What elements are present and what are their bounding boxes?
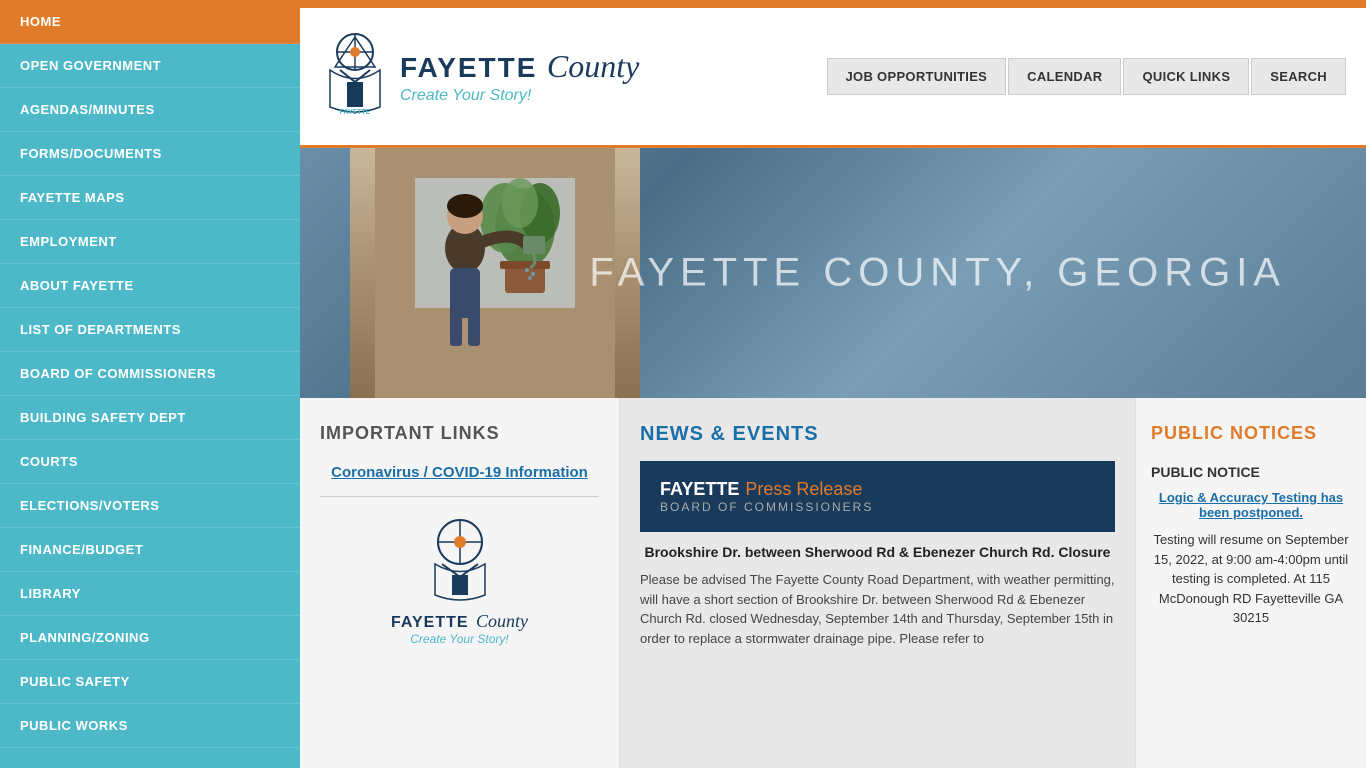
hero-illustration <box>375 148 615 398</box>
sidebar-item-library[interactable]: LIBRARY <box>0 572 300 616</box>
small-logo-icon <box>420 517 500 607</box>
logo-text: FAYETTE County Create Your Story! <box>400 48 639 105</box>
banner-press-text: Press Release <box>745 479 862 500</box>
banner-subtitle-text: BOARD OF COMMISSIONERS <box>660 500 873 514</box>
sidebar-item-board-of-commissioners[interactable]: BOARD OF COMMISSIONERS <box>0 352 300 396</box>
sidebar-item-public-works[interactable]: PUBLIC WORKS <box>0 704 300 748</box>
orange-top-bar <box>300 0 1366 8</box>
nav-btn-calendar[interactable]: CALENDAR <box>1008 58 1121 95</box>
news-body: Please be advised The Fayette County Roa… <box>640 570 1115 648</box>
header: FAYETTE FAYETTE County Create Your Story… <box>300 8 1366 148</box>
banner-fayette-text: FAYETTE <box>660 479 739 500</box>
sidebar-item-agendas-minutes[interactable]: AGENDAS/MINUTES <box>0 88 300 132</box>
sidebar-item-courts[interactable]: COURTS <box>0 440 300 484</box>
nav-btn-quick-links[interactable]: QUICK LINKS <box>1123 58 1249 95</box>
nav-btn-search[interactable]: SEARCH <box>1251 58 1346 95</box>
news-events-title: NEWS & EVENTS <box>640 423 1115 446</box>
public-notice-body: Testing will resume on September 15, 202… <box>1151 530 1351 628</box>
sidebar-item-building-safety-dept[interactable]: BUILDING SAFETY DEPT <box>0 396 300 440</box>
sidebar-item-home[interactable]: HOME <box>0 0 300 44</box>
news-events-section: NEWS & EVENTS FAYETTE Press ReleaseBOARD … <box>620 398 1136 768</box>
public-notice-link1[interactable]: Logic & Accuracy Testing has been postpo… <box>1151 490 1351 520</box>
sidebar-item-open-government[interactable]: OPEN GOVERNMENT <box>0 44 300 88</box>
sidebar-item-public-safety[interactable]: PUBLIC SAFETY <box>0 660 300 704</box>
sidebar-item-planning-zoning[interactable]: PLANNING/ZONING <box>0 616 300 660</box>
public-notice-label: PUBLIC NOTICE <box>1151 464 1351 480</box>
public-notices-section: PUBLIC NOTICES PUBLIC NOTICE Logic & Acc… <box>1136 398 1366 768</box>
important-links-title: IMPORTANT LINKS <box>320 423 599 444</box>
logo-icon: FAYETTE <box>320 32 390 122</box>
hero-title: FAYETTE COUNTY, GEORGIA <box>589 251 1286 296</box>
public-notices-title: PUBLIC NOTICES <box>1151 423 1351 444</box>
news-banner: FAYETTE Press ReleaseBOARD OF COMMISSIONE… <box>640 461 1115 532</box>
news-headline: Brookshire Dr. between Sherwood Rd & Ebe… <box>640 544 1115 560</box>
logo-area: FAYETTE FAYETTE County Create Your Story… <box>320 32 639 122</box>
logo-fayette: FAYETTE County <box>400 48 639 85</box>
sidebar: HOMEOPEN GOVERNMENTAGENDAS/MINUTESFORMS/… <box>0 0 300 768</box>
fayette-logo-small: FAYETTE County Create Your Story! <box>320 517 599 646</box>
important-links-section: IMPORTANT LINKS Coronavirus / COVID-19 I… <box>300 398 620 768</box>
sidebar-item-fayette-maps[interactable]: FAYETTE MAPS <box>0 176 300 220</box>
hero-section: FAYETTE COUNTY, GEORGIA <box>300 148 1366 398</box>
sidebar-item-about-fayette[interactable]: ABOUT FAYETTE <box>0 264 300 308</box>
covid-link[interactable]: Coronavirus / COVID-19 Information <box>320 464 599 481</box>
nav-btn-job-opportunities[interactable]: JOB OPPORTUNITIES <box>827 58 1007 95</box>
sidebar-item-employment[interactable]: EMPLOYMENT <box>0 220 300 264</box>
main-content: FAYETTE FAYETTE County Create Your Story… <box>300 0 1366 768</box>
logo-tagline: Create Your Story! <box>400 87 639 105</box>
top-nav: JOB OPPORTUNITIESCALENDARQUICK LINKSSEAR… <box>827 58 1346 95</box>
sidebar-item-list-of-departments[interactable]: LIST OF DEPARTMENTS <box>0 308 300 352</box>
content-area: IMPORTANT LINKS Coronavirus / COVID-19 I… <box>300 398 1366 768</box>
sidebar-item-finance-budget[interactable]: FINANCE/BUDGET <box>0 528 300 572</box>
sidebar-item-elections-voters[interactable]: ELECTIONS/VOTERS <box>0 484 300 528</box>
sidebar-item-forms-documents[interactable]: FORMS/DOCUMENTS <box>0 132 300 176</box>
svg-text:FAYETTE: FAYETTE <box>340 109 371 116</box>
divider <box>320 496 599 497</box>
